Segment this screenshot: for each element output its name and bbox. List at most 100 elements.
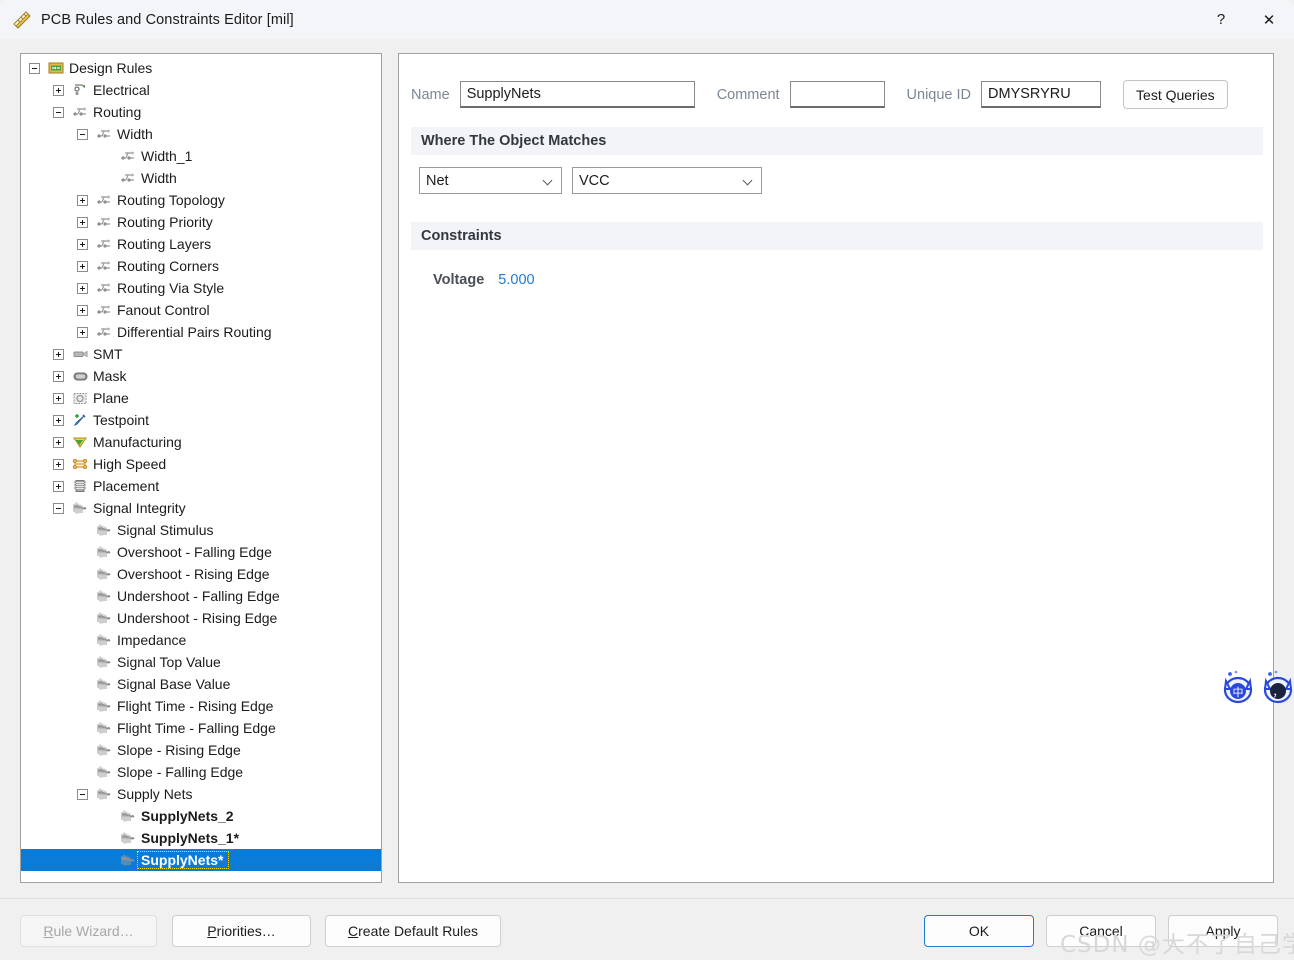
tree-item[interactable]: SMT	[21, 343, 381, 365]
chevron-down-icon	[542, 174, 555, 187]
expand-icon[interactable]	[53, 392, 64, 404]
test-queries-button[interactable]: Test Queries	[1123, 80, 1228, 109]
placement-icon	[72, 478, 89, 494]
tree-item[interactable]: Routing Topology	[21, 189, 381, 211]
tree-item[interactable]: Electrical	[21, 79, 381, 101]
routing-icon	[120, 170, 137, 186]
help-button[interactable]: ?	[1198, 0, 1244, 39]
collapse-icon[interactable]	[53, 502, 64, 514]
comment-input[interactable]	[789, 81, 885, 108]
rule-wizard-accel: R	[43, 923, 54, 939]
signal-icon	[96, 522, 113, 538]
mask-icon	[72, 368, 89, 384]
signal-icon	[96, 676, 113, 692]
expand-icon[interactable]	[77, 326, 88, 338]
signal-icon	[96, 654, 113, 670]
tree-item[interactable]: Overshoot - Rising Edge	[21, 563, 381, 585]
routing-icon	[96, 324, 113, 340]
expand-icon[interactable]	[53, 414, 64, 426]
ime-punctuation-indicator-icon[interactable]: ，	[1258, 667, 1294, 707]
tree-item[interactable]: Flight Time - Rising Edge	[21, 695, 381, 717]
expand-icon[interactable]	[77, 304, 88, 316]
create-default-rules-button[interactable]: Create Default Rules	[325, 915, 501, 947]
tree-item[interactable]: Routing	[21, 101, 381, 123]
tree-item[interactable]: Signal Top Value	[21, 651, 381, 673]
tree-item[interactable]: Routing Via Style	[21, 277, 381, 299]
comment-label: Comment	[716, 86, 780, 103]
tree-item[interactable]: Undershoot - Rising Edge	[21, 607, 381, 629]
tree-item[interactable]: Width	[21, 123, 381, 145]
tree-item-selected[interactable]: SupplyNets*	[21, 849, 381, 871]
collapse-icon[interactable]	[77, 788, 88, 800]
tree-item-label: Signal Stimulus	[117, 522, 214, 538]
tree-item[interactable]: Impedance	[21, 629, 381, 651]
expand-icon[interactable]	[77, 238, 88, 250]
tree-item-label: SupplyNets_1*	[141, 830, 240, 846]
collapse-icon[interactable]	[77, 128, 88, 140]
tree-item[interactable]: Routing Layers	[21, 233, 381, 255]
ime-mode-indicator-icon[interactable]: 中	[1218, 667, 1258, 707]
routing-icon	[96, 258, 113, 274]
tree-item[interactable]: Width	[21, 167, 381, 189]
signal-icon	[120, 808, 137, 824]
expand-icon[interactable]	[53, 348, 64, 360]
tree-item[interactable]: Placement	[21, 475, 381, 497]
collapse-icon[interactable]	[53, 106, 64, 118]
tree-item[interactable]: SupplyNets_1*	[21, 827, 381, 849]
expand-icon[interactable]	[77, 216, 88, 228]
tree-item[interactable]: SupplyNets_2	[21, 805, 381, 827]
tree-item[interactable]: Design Rules	[21, 57, 381, 79]
ok-button[interactable]: OK	[924, 915, 1034, 947]
tree-item[interactable]: High Speed	[21, 453, 381, 475]
expand-icon[interactable]	[53, 480, 64, 492]
expand-icon[interactable]	[77, 194, 88, 206]
tree-item[interactable]: Manufacturing	[21, 431, 381, 453]
expand-icon[interactable]	[53, 84, 64, 96]
tree-item-label: SupplyNets*	[136, 851, 230, 869]
tree-item-label: Slope - Falling Edge	[117, 764, 244, 780]
expand-icon[interactable]	[53, 370, 64, 382]
expand-icon[interactable]	[53, 436, 64, 448]
tree-item[interactable]: Signal Stimulus	[21, 519, 381, 541]
tree-item[interactable]: Plane	[21, 387, 381, 409]
tree-item[interactable]: Routing Corners	[21, 255, 381, 277]
tree-item[interactable]: Testpoint	[21, 409, 381, 431]
tree-item[interactable]: Undershoot - Falling Edge	[21, 585, 381, 607]
scope-value-dropdown[interactable]: VCC	[572, 167, 762, 194]
expand-icon[interactable]	[77, 260, 88, 272]
testpoint-icon	[72, 412, 89, 428]
tree-item[interactable]: Mask	[21, 365, 381, 387]
tree-item-label: Width	[141, 170, 177, 186]
rules-tree-panel[interactable]: Design Rules Electrical Routing Width Width_…	[20, 53, 382, 883]
constraints-header: Constraints	[411, 222, 1263, 250]
tree-item-label: Routing Corners	[117, 258, 219, 274]
tree-item[interactable]: Width_1	[21, 145, 381, 167]
tree-item[interactable]: Signal Integrity	[21, 497, 381, 519]
rule-wizard-button[interactable]: Rule Wizard…	[20, 915, 157, 947]
close-button[interactable]: ✕	[1244, 0, 1294, 39]
tree-item-label: Signal Top Value	[117, 654, 221, 670]
tree-item-label: Mask	[93, 368, 127, 384]
tree-item[interactable]: Overshoot - Falling Edge	[21, 541, 381, 563]
tree-item[interactable]: Supply Nets	[21, 783, 381, 805]
tree-item[interactable]: Slope - Rising Edge	[21, 739, 381, 761]
tree-item[interactable]: Differential Pairs Routing	[21, 321, 381, 343]
tree-item-label: Placement	[93, 478, 160, 494]
voltage-value[interactable]: 5.000	[498, 272, 534, 288]
tree-item[interactable]: Slope - Falling Edge	[21, 761, 381, 783]
tree-item-label: Design Rules	[69, 60, 153, 76]
tree-item[interactable]: Routing Priority	[21, 211, 381, 233]
name-input[interactable]: SupplyNets	[459, 81, 695, 108]
collapse-icon[interactable]	[29, 62, 40, 74]
tree-item[interactable]: Fanout Control	[21, 299, 381, 321]
priorities-button[interactable]: Priorities…	[172, 915, 311, 947]
expand-icon[interactable]	[77, 282, 88, 294]
expand-icon[interactable]	[53, 458, 64, 470]
tree-item[interactable]: Flight Time - Falling Edge	[21, 717, 381, 739]
tree-item-label: Impedance	[117, 632, 187, 648]
unique-id-input[interactable]: DMYSRYRU	[981, 81, 1102, 108]
signal-icon	[96, 720, 113, 736]
tree-item-label: Plane	[93, 390, 129, 406]
scope-kind-dropdown[interactable]: Net	[419, 167, 562, 194]
tree-item[interactable]: Signal Base Value	[21, 673, 381, 695]
